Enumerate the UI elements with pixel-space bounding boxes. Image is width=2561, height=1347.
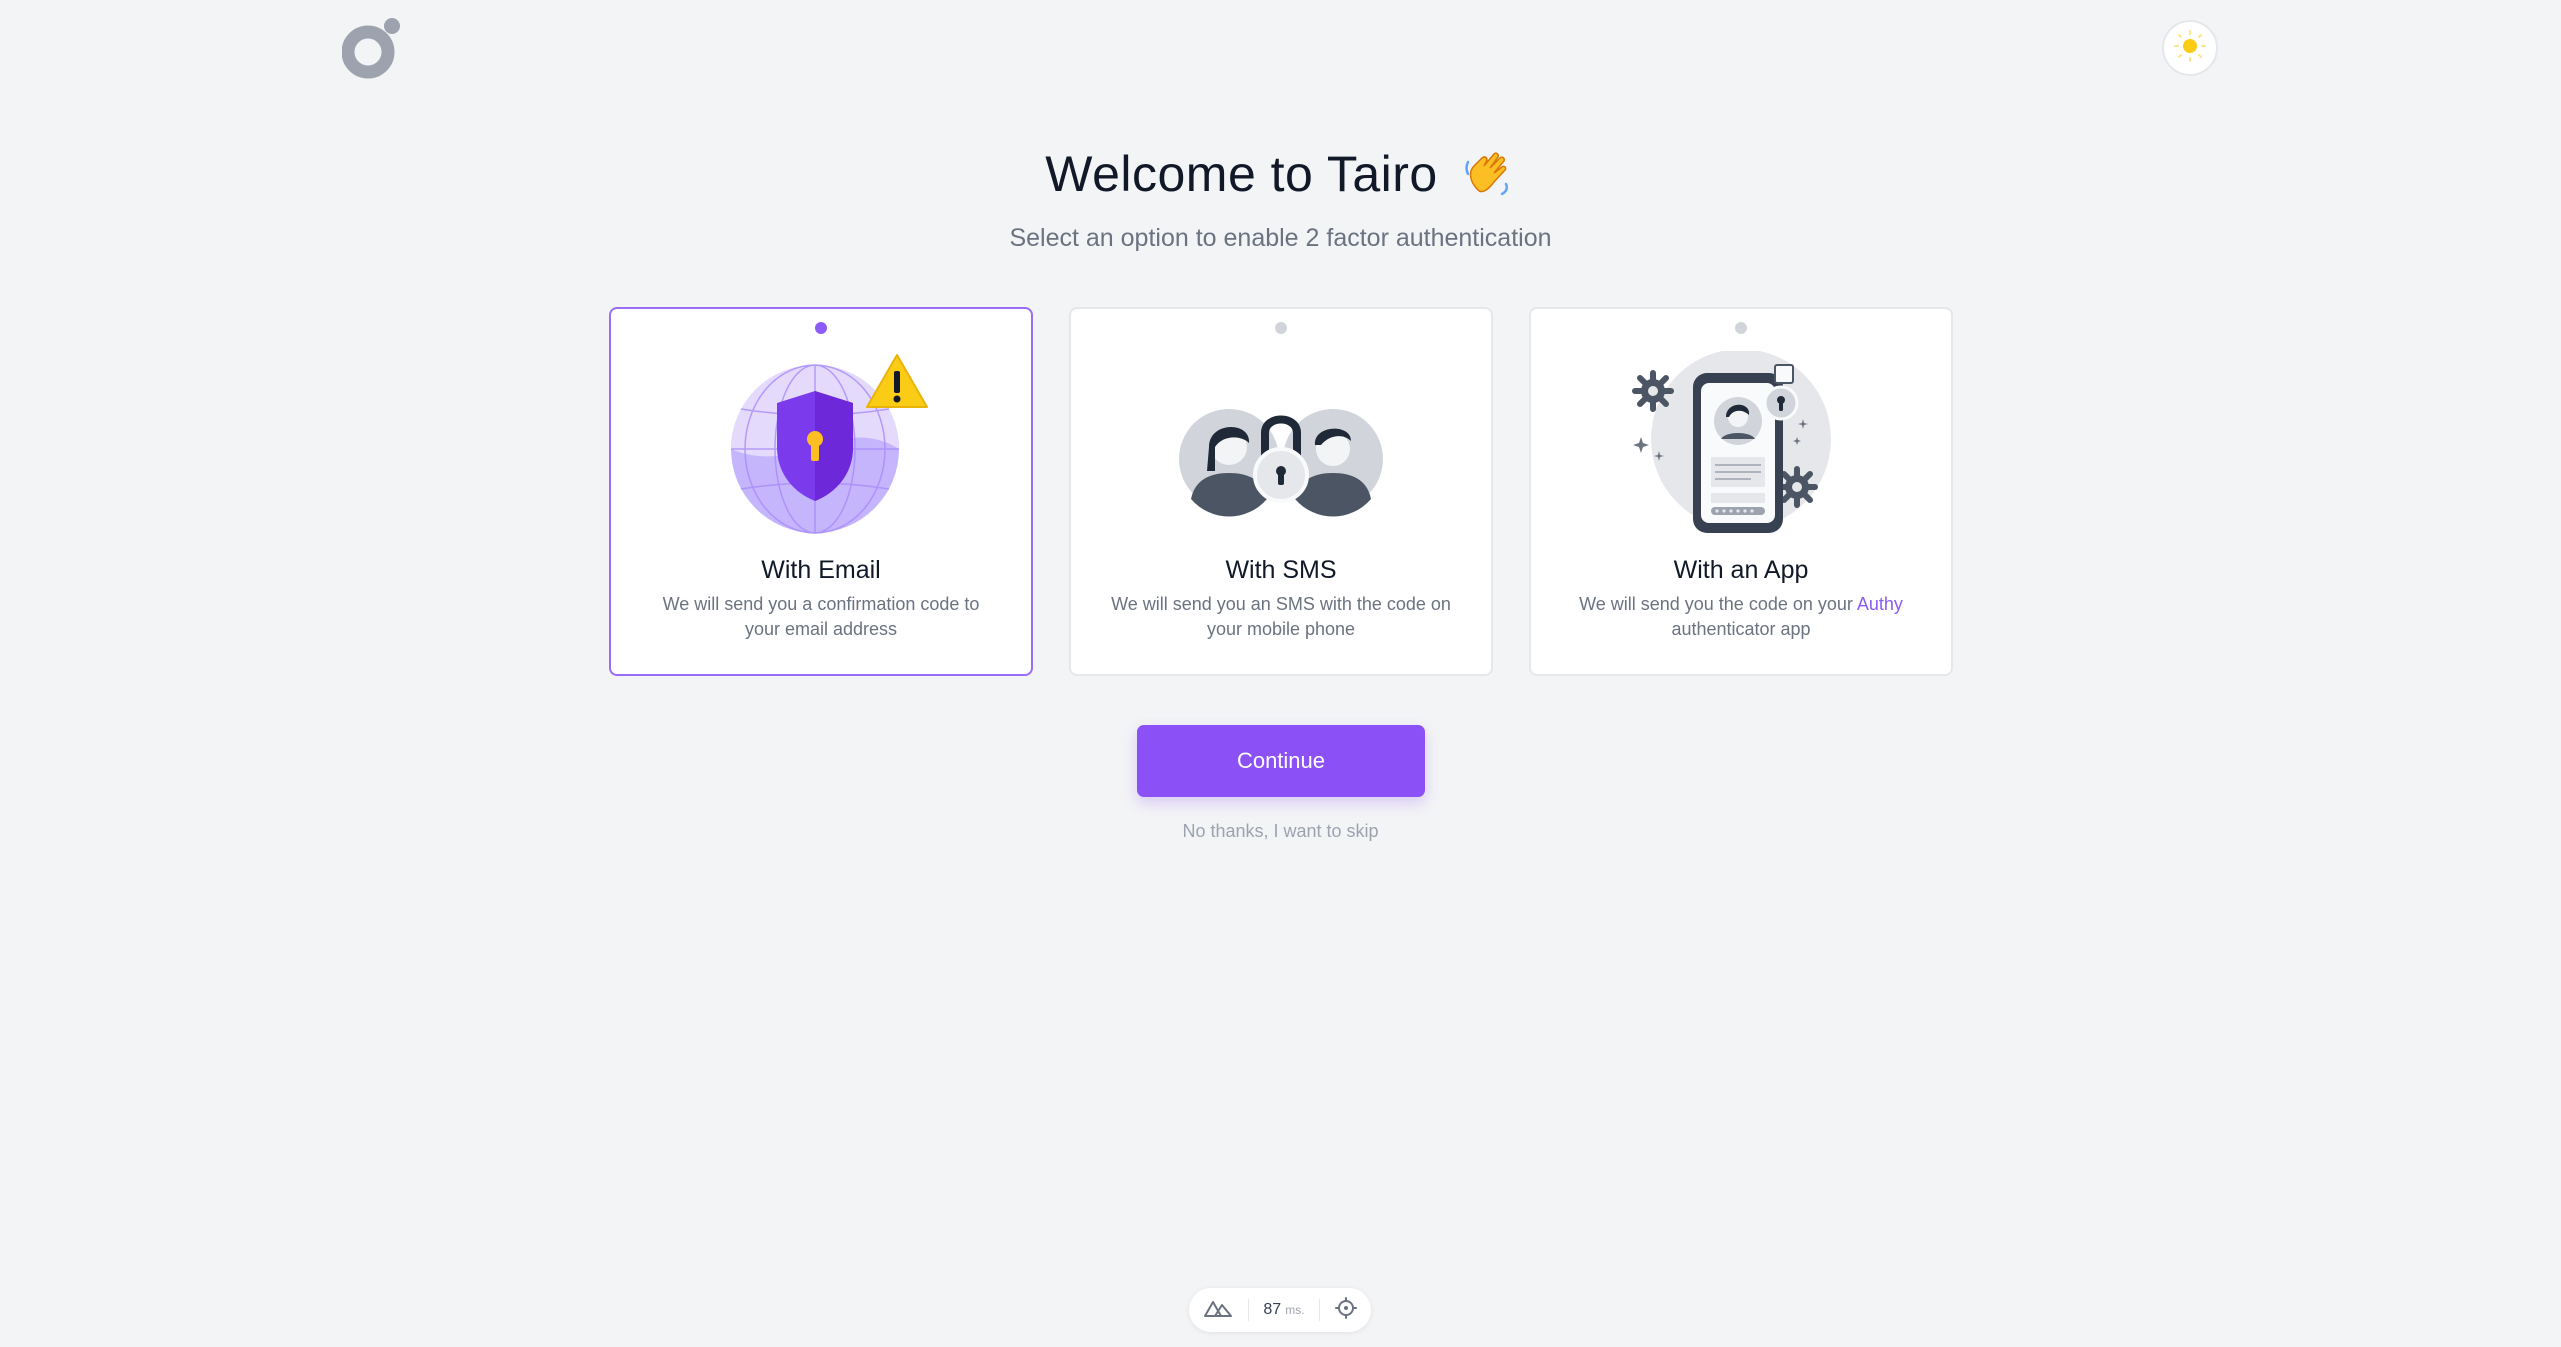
phone-app-illustration: [1621, 349, 1861, 541]
option-title: With SMS: [1225, 556, 1337, 584]
description-text: We will send you the code on your: [1579, 594, 1853, 614]
divider: [1247, 1299, 1249, 1321]
sun-icon: [2173, 29, 2207, 68]
render-time-value: 87: [1263, 1301, 1282, 1318]
render-time-unit: ms.: [1285, 1303, 1305, 1317]
page-title: Welcome to Tairo: [1045, 146, 1438, 202]
tairo-logo-icon[interactable]: [341, 16, 404, 80]
description-text: authenticator app: [1671, 619, 1811, 639]
render-time: 87 ms.: [1263, 1301, 1304, 1319]
option-title: With an App: [1673, 556, 1809, 584]
option-description: We will send you an SMS with the code on…: [1111, 594, 1451, 639]
option-title: With Email: [761, 556, 881, 584]
option-card-app[interactable]: With an App We will send you the code on…: [1529, 307, 1953, 676]
authy-link[interactable]: Authy: [1857, 594, 1903, 614]
crosshair-icon[interactable]: [1334, 1296, 1357, 1324]
option-description: We will send you a confirmation code to …: [662, 594, 980, 639]
dev-toolbar: 87 ms.: [1189, 1288, 1371, 1332]
hero-heading: Welcome to Tairo: [0, 145, 2561, 203]
theme-toggle-button[interactable]: [2162, 20, 2218, 76]
radio-indicator: [815, 322, 827, 334]
continue-button[interactable]: Continue: [1137, 725, 1425, 797]
option-description: We will send you the code on your Authy …: [1567, 592, 1915, 642]
skip-link[interactable]: No thanks, I want to skip: [0, 821, 2561, 842]
shield-globe-illustration: [701, 351, 941, 541]
option-card-email[interactable]: With Email We will send you a confirmati…: [609, 307, 1033, 676]
radio-indicator: [1735, 322, 1747, 334]
option-card-sms[interactable]: With SMS We will send you an SMS with th…: [1069, 307, 1493, 676]
waving-hand-icon: [1460, 146, 1516, 202]
people-lock-illustration: [1161, 351, 1401, 541]
page-subtitle: Select an option to enable 2 factor auth…: [1009, 224, 1552, 252]
radio-indicator: [1275, 322, 1287, 334]
page: Welcome to Tairo Select an option to ena…: [0, 0, 2561, 1347]
divider: [1319, 1299, 1321, 1321]
nuxt-logo-icon[interactable]: [1203, 1298, 1233, 1323]
auth-options: With Email We will send you a confirmati…: [609, 307, 1953, 676]
